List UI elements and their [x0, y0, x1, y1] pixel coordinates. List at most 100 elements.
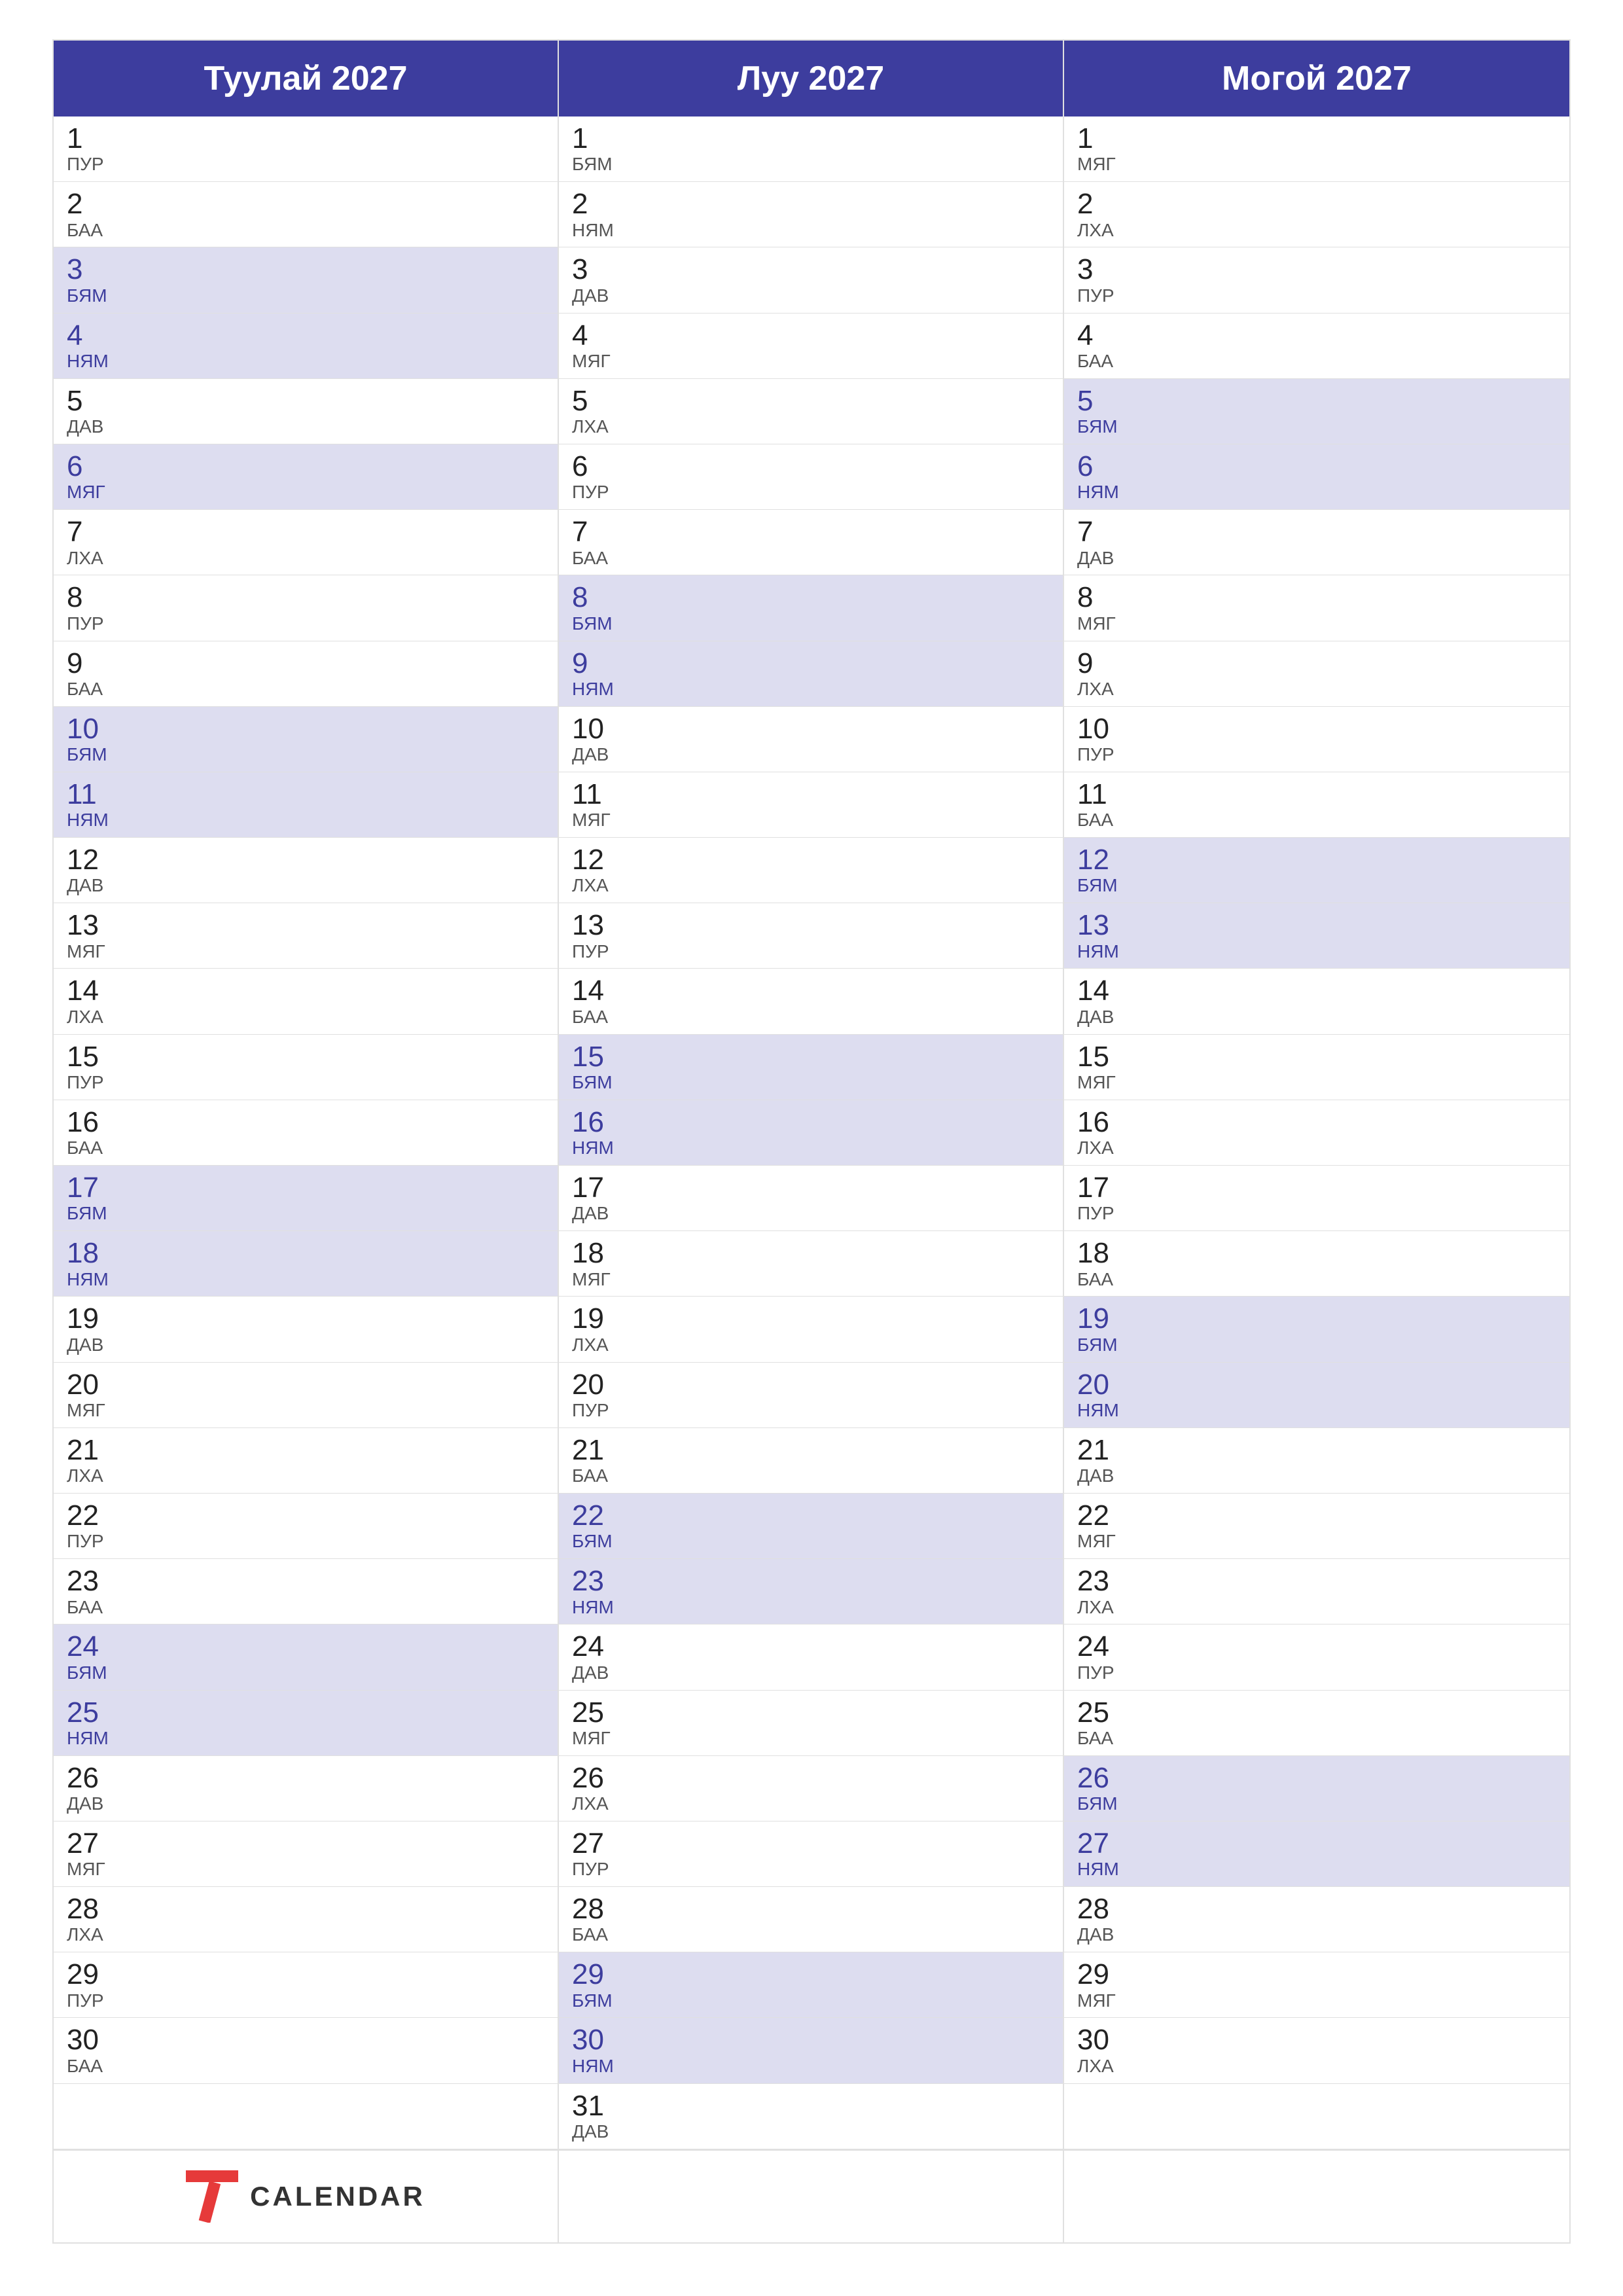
day-name: БАА — [67, 221, 544, 241]
day-name: ЛХА — [1077, 221, 1556, 241]
day-row-24: 24БЯМ24ДАВ24ПУР — [54, 1624, 1569, 1690]
day-name: МЯГ — [67, 1401, 544, 1421]
day-cell-luu-13: 13ПУР — [559, 903, 1064, 969]
day-number: 21 — [572, 1435, 1050, 1466]
day-cell-luu-19: 19ЛХА — [559, 1297, 1064, 1362]
day-number: 16 — [572, 1107, 1050, 1138]
day-name: БЯМ — [572, 614, 1050, 634]
day-row-18: 18НЯМ18МЯГ18БАА — [54, 1231, 1569, 1297]
day-row-2: 2БАА2НЯМ2ЛХА — [54, 182, 1569, 247]
day-number: 7 — [67, 516, 544, 548]
day-number: 20 — [1077, 1369, 1556, 1401]
day-number: 28 — [67, 1893, 544, 1925]
day-name: МЯГ — [1077, 614, 1556, 634]
day-name: БЯМ — [1077, 417, 1556, 437]
day-cell-luu-5: 5ЛХА — [559, 379, 1064, 444]
day-name: НЯМ — [67, 810, 544, 831]
day-cell-luu-7: 7БАА — [559, 510, 1064, 575]
day-cell-tuulay-13: 13МЯГ — [54, 903, 559, 969]
day-number: 26 — [67, 1763, 544, 1794]
day-cell-tuulay-9: 9БАА — [54, 641, 559, 707]
day-name: ДАВ — [1077, 1925, 1556, 1945]
day-name: ПУР — [572, 482, 1050, 503]
day-number: 31 — [572, 2090, 1050, 2122]
day-number: 22 — [67, 1500, 544, 1532]
day-number: 29 — [1077, 1959, 1556, 1990]
day-number: 23 — [572, 1566, 1050, 1597]
day-cell-tuulay-28: 28ЛХА — [54, 1887, 559, 1952]
day-number: 12 — [572, 844, 1050, 876]
day-number: 6 — [572, 451, 1050, 482]
day-cell-luu-30: 30НЯМ — [559, 2018, 1064, 2083]
day-cell-mogoi-10: 10ПУР — [1064, 707, 1569, 772]
day-number: 5 — [67, 386, 544, 417]
day-cell-empty-mogoi-31 — [1064, 2084, 1569, 2149]
day-cell-luu-18: 18МЯГ — [559, 1231, 1064, 1297]
day-name: БАА — [67, 1138, 544, 1158]
day-number: 17 — [1077, 1172, 1556, 1204]
day-cell-tuulay-26: 26ДАВ — [54, 1756, 559, 1821]
day-row-9: 9БАА9НЯМ9ЛХА — [54, 641, 1569, 707]
day-number: 16 — [1077, 1107, 1556, 1138]
day-cell-tuulay-10: 10БЯМ — [54, 707, 559, 772]
day-number: 3 — [572, 254, 1050, 285]
day-name: НЯМ — [1077, 942, 1556, 962]
day-number: 22 — [572, 1500, 1050, 1532]
day-cell-tuulay-12: 12ДАВ — [54, 838, 559, 903]
day-name: НЯМ — [1077, 1401, 1556, 1421]
day-number: 28 — [572, 1893, 1050, 1925]
day-row-25: 25НЯМ25МЯГ25БАА — [54, 1691, 1569, 1756]
day-cell-luu-21: 21БАА — [559, 1428, 1064, 1494]
day-number: 18 — [572, 1238, 1050, 1269]
day-number: 8 — [1077, 582, 1556, 613]
day-number: 7 — [1077, 516, 1556, 548]
day-number: 20 — [572, 1369, 1050, 1401]
day-cell-luu-10: 10ДАВ — [559, 707, 1064, 772]
day-cell-mogoi-6: 6НЯМ — [1064, 444, 1569, 510]
day-name: МЯГ — [572, 1270, 1050, 1290]
day-number: 19 — [67, 1303, 544, 1335]
day-cell-mogoi-21: 21ДАВ — [1064, 1428, 1569, 1494]
day-name: ПУР — [67, 614, 544, 634]
day-cell-luu-20: 20ПУР — [559, 1363, 1064, 1428]
day-name: ПУР — [67, 1532, 544, 1552]
day-number: 11 — [67, 779, 544, 810]
day-name: ПУР — [572, 942, 1050, 962]
day-cell-tuulay-30: 30БАА — [54, 2018, 559, 2083]
day-name: БЯМ — [67, 1663, 544, 1683]
day-name: МЯГ — [67, 1859, 544, 1880]
day-number: 26 — [572, 1763, 1050, 1794]
footer-row: CALENDAR — [54, 2149, 1569, 2242]
day-number: 1 — [67, 123, 544, 154]
day-number: 24 — [572, 1631, 1050, 1662]
day-cell-luu-9: 9НЯМ — [559, 641, 1064, 707]
day-number: 28 — [1077, 1893, 1556, 1925]
day-name: МЯГ — [1077, 154, 1556, 175]
day-name: ЛХА — [67, 1925, 544, 1945]
day-cell-luu-27: 27ПУР — [559, 1821, 1064, 1887]
day-cell-mogoi-14: 14ДАВ — [1064, 969, 1569, 1034]
day-cell-tuulay-22: 22ПУР — [54, 1494, 559, 1559]
day-number: 2 — [572, 188, 1050, 220]
day-row-30: 30БАА30НЯМ30ЛХА — [54, 2018, 1569, 2083]
day-name: ПУР — [67, 1991, 544, 2011]
day-name: БЯМ — [572, 1991, 1050, 2011]
day-row-22: 22ПУР22БЯМ22МЯГ — [54, 1494, 1569, 1559]
day-name: МЯГ — [1077, 1532, 1556, 1552]
day-number: 23 — [1077, 1566, 1556, 1597]
day-cell-mogoi-29: 29МЯГ — [1064, 1952, 1569, 2018]
day-name: БАА — [67, 679, 544, 700]
day-name: ПУР — [1077, 1204, 1556, 1224]
day-number: 4 — [572, 320, 1050, 351]
day-name: БАА — [1077, 351, 1556, 372]
day-name: НЯМ — [1077, 482, 1556, 503]
day-number: 29 — [572, 1959, 1050, 1990]
day-number: 5 — [1077, 386, 1556, 417]
day-name: БАА — [572, 1925, 1050, 1945]
day-name: ПУР — [1077, 745, 1556, 765]
day-name: НЯМ — [572, 679, 1050, 700]
day-cell-tuulay-19: 19ДАВ — [54, 1297, 559, 1362]
day-number: 9 — [572, 648, 1050, 679]
day-name: БЯМ — [572, 154, 1050, 175]
day-number: 7 — [572, 516, 1050, 548]
